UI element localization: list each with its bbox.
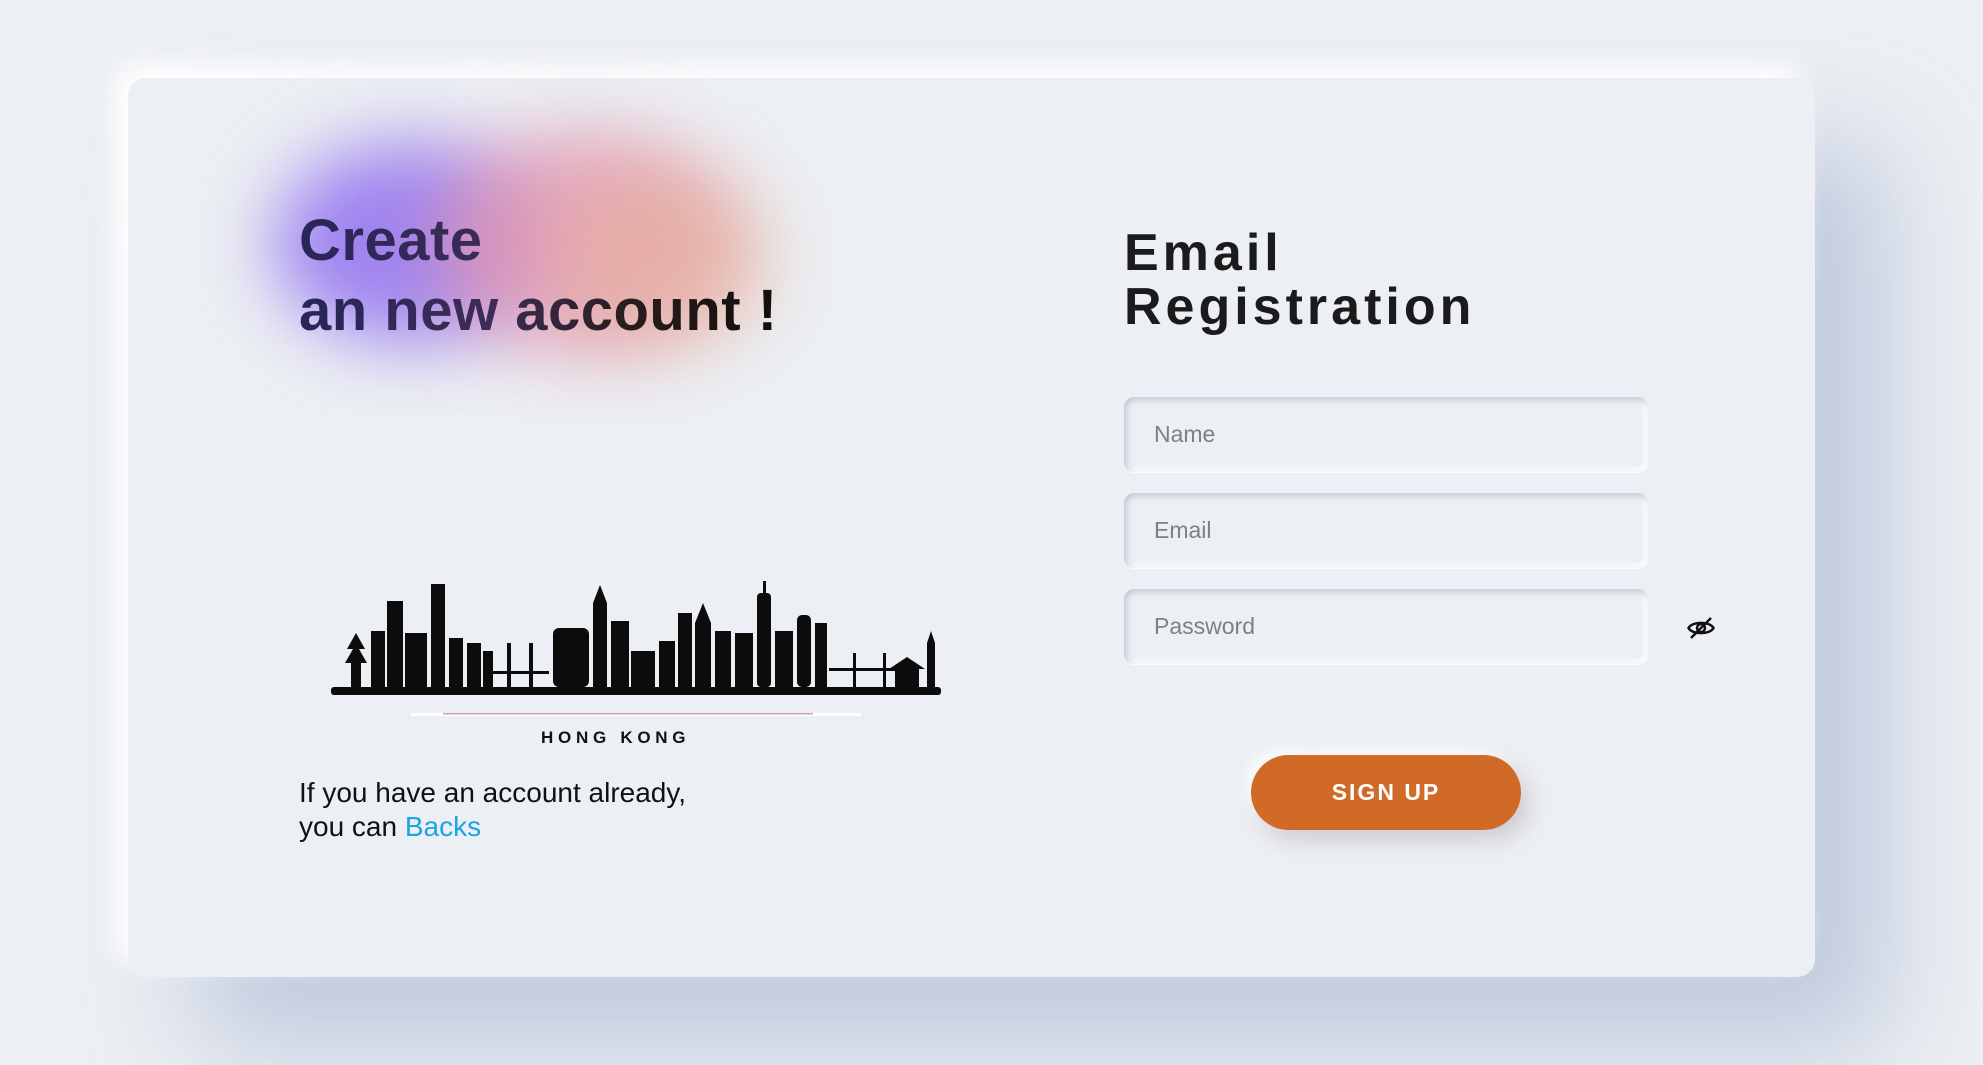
hong-kong-skyline-image: H O N G K O N G <box>331 581 941 747</box>
skyline-caption: H O N G K O N G <box>541 728 686 747</box>
email-input[interactable] <box>1124 493 1648 568</box>
existing-account-text: If you have an account already, you can … <box>299 776 686 844</box>
sign-up-button[interactable]: SIGN UP <box>1251 755 1521 830</box>
existing-account-prefix: you can <box>299 811 405 842</box>
name-input[interactable] <box>1124 397 1648 472</box>
existing-account-line1: If you have an account already, <box>299 777 687 808</box>
back-link[interactable]: Backs <box>405 811 481 842</box>
create-title-line1: Create <box>299 206 778 276</box>
registration-title-line2: Registration <box>1124 278 1476 336</box>
signup-card: Create an new account ! H O N G K O N G … <box>128 78 1815 977</box>
existing-account-line2: you can Backs <box>299 810 686 844</box>
create-account-title: Create an new account ! <box>299 206 778 346</box>
registration-title: Email Registration <box>1124 226 1475 334</box>
password-input[interactable] <box>1124 589 1648 664</box>
eye-slash-icon[interactable] <box>1686 613 1716 643</box>
create-title-line2: an new account ! <box>299 276 778 346</box>
registration-title-line1: Email <box>1124 224 1283 282</box>
